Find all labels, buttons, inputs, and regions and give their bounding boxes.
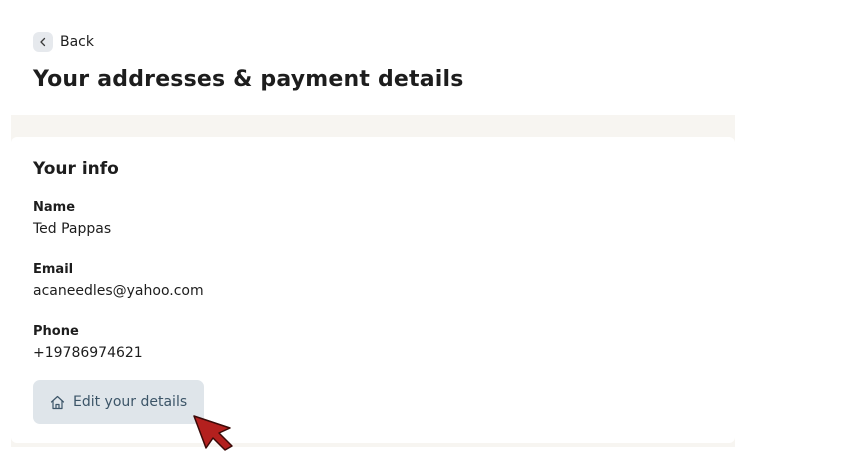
- email-value: acaneedles@yahoo.com: [33, 283, 204, 299]
- name-label: Name: [33, 200, 76, 215]
- page-title: Your addresses & payment details: [33, 67, 464, 92]
- chevron-left-icon: [33, 32, 53, 52]
- back-link[interactable]: Back: [33, 31, 94, 53]
- email-label: Email: [33, 262, 74, 277]
- phone-value: +19786974621: [33, 345, 143, 361]
- header-card: Back Your addresses & payment details: [11, 11, 735, 115]
- edit-details-button[interactable]: Edit your details: [33, 380, 204, 424]
- page: Back Your addresses & payment details Yo…: [0, 0, 856, 454]
- mouse-cursor-icon: [193, 415, 233, 451]
- back-label: Back: [60, 34, 94, 50]
- name-value: Ted Pappas: [33, 221, 112, 237]
- your-info-card: Your info Name Ted Pappas Email acaneedl…: [11, 137, 735, 443]
- section-title: Your info: [33, 159, 119, 179]
- home-icon: [49, 394, 66, 411]
- phone-label: Phone: [33, 324, 79, 339]
- content-area: Back Your addresses & payment details Yo…: [11, 11, 735, 447]
- edit-details-label: Edit your details: [73, 394, 188, 410]
